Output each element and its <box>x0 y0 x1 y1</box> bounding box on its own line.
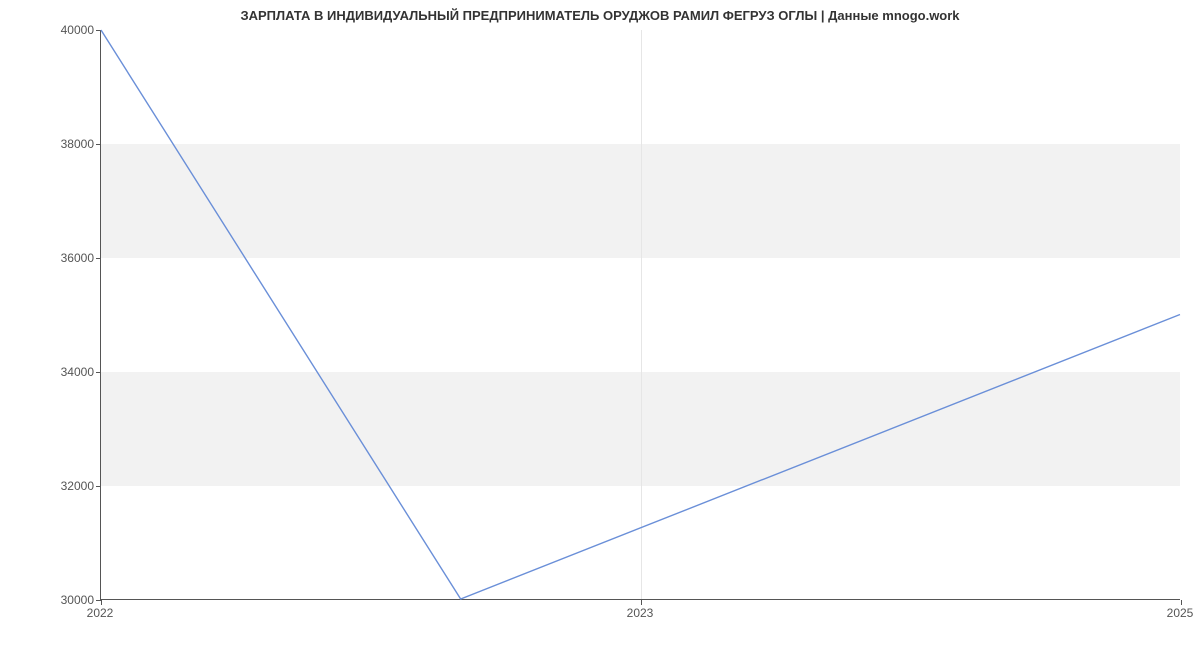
line-series <box>101 30 1180 599</box>
plot-area <box>100 30 1180 600</box>
chart-container: ЗАРПЛАТА В ИНДИВИДУАЛЬНЫЙ ПРЕДПРИНИМАТЕЛ… <box>0 0 1200 650</box>
y-tick-label: 32000 <box>34 479 94 493</box>
x-tick-label: 2025 <box>1167 606 1194 620</box>
chart-title: ЗАРПЛАТА В ИНДИВИДУАЛЬНЫЙ ПРЕДПРИНИМАТЕЛ… <box>0 8 1200 23</box>
y-tick-label: 30000 <box>34 593 94 607</box>
x-tick-mark <box>641 600 642 605</box>
x-tick-mark <box>101 600 102 605</box>
y-tick-label: 40000 <box>34 23 94 37</box>
y-tick-label: 38000 <box>34 137 94 151</box>
x-tick-mark <box>1181 600 1182 605</box>
y-tick-label: 34000 <box>34 365 94 379</box>
y-tick-label: 36000 <box>34 251 94 265</box>
x-tick-label: 2023 <box>627 606 654 620</box>
x-tick-label: 2022 <box>87 606 114 620</box>
